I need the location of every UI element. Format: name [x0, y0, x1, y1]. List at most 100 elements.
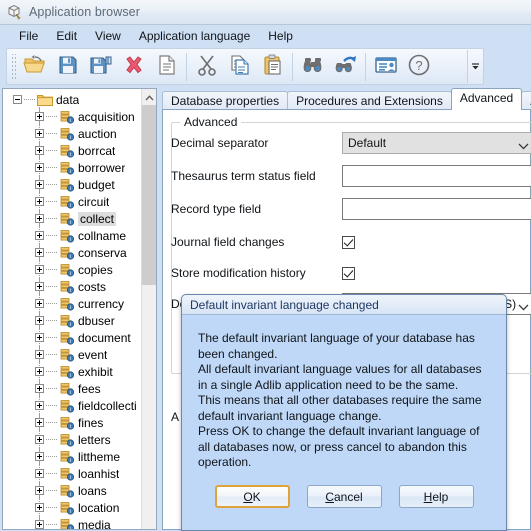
tree-node[interactable]: i exhibit	[3, 363, 143, 380]
toolbar-overflow-button[interactable]	[467, 50, 482, 83]
plus-expander-icon[interactable]	[35, 265, 44, 274]
save-button[interactable]	[51, 50, 84, 83]
delete-button[interactable]	[117, 50, 150, 83]
plus-expander-icon[interactable]	[35, 299, 44, 308]
help-button[interactable]: Help	[398, 485, 474, 508]
scroll-up-button[interactable]	[142, 89, 156, 105]
plus-expander-icon[interactable]	[35, 486, 44, 495]
tree-expander[interactable]	[35, 278, 59, 295]
plus-expander-icon[interactable]	[35, 333, 44, 342]
plus-expander-icon[interactable]	[35, 163, 44, 172]
plus-expander-icon[interactable]	[35, 231, 44, 240]
tree-node[interactable]: i loans	[3, 482, 143, 499]
plus-expander-icon[interactable]	[35, 435, 44, 444]
plus-expander-icon[interactable]	[35, 384, 44, 393]
tree-expander[interactable]	[35, 499, 59, 516]
plus-expander-icon[interactable]	[35, 350, 44, 359]
tree-expander[interactable]	[35, 295, 59, 312]
plus-expander-icon[interactable]	[35, 129, 44, 138]
tree-expander[interactable]	[35, 414, 59, 431]
tab-access-rights[interactable]: Access righ	[521, 91, 531, 110]
tree-node-selected[interactable]: i collect	[3, 210, 143, 227]
tab-advanced[interactable]: Advanced	[450, 88, 523, 110]
menu-file[interactable]: File	[10, 27, 47, 45]
plus-expander-icon[interactable]	[35, 367, 44, 376]
tree-expander[interactable]	[35, 210, 59, 227]
menu-view[interactable]: View	[86, 27, 130, 45]
tree-node[interactable]: i location	[3, 499, 143, 516]
plus-expander-icon[interactable]	[35, 248, 44, 257]
plus-expander-icon[interactable]	[35, 197, 44, 206]
journal-field-changes-checkbox[interactable]	[342, 235, 355, 249]
find-button[interactable]	[296, 50, 329, 83]
tree-expander[interactable]	[35, 125, 59, 142]
tree-node[interactable]: i copies	[3, 261, 143, 278]
new-document-button[interactable]	[150, 50, 183, 83]
tree-expander[interactable]	[35, 108, 59, 125]
plus-expander-icon[interactable]	[35, 316, 44, 325]
tree-node[interactable]: i circuit	[3, 193, 143, 210]
tree-node[interactable]: i currency	[3, 295, 143, 312]
ok-button[interactable]: OK	[214, 485, 290, 508]
plus-expander-icon[interactable]	[35, 112, 44, 121]
tree-node[interactable]: i budget	[3, 176, 143, 193]
tree-expander[interactable]	[35, 363, 59, 380]
tree-expander[interactable]	[35, 142, 59, 159]
tree-node[interactable]: i littheme	[3, 448, 143, 465]
menu-help[interactable]: Help	[259, 27, 302, 45]
record-type-field-input[interactable]	[342, 198, 531, 220]
plus-expander-icon[interactable]	[35, 418, 44, 427]
minus-expander-icon[interactable]	[13, 95, 22, 104]
tree-node-root[interactable]: data	[3, 91, 143, 108]
tree-node[interactable]: i event	[3, 346, 143, 363]
plus-expander-icon[interactable]	[35, 282, 44, 291]
find-next-button[interactable]	[329, 50, 362, 83]
tree-node[interactable]: i borrcat	[3, 142, 143, 159]
plus-expander-icon[interactable]	[35, 452, 44, 461]
tree-node[interactable]: i conserva	[3, 244, 143, 261]
tree-expander[interactable]	[35, 431, 59, 448]
tree-node[interactable]: i borrower	[3, 159, 143, 176]
help-button[interactable]: ?	[402, 50, 435, 83]
tree-expander[interactable]	[35, 244, 59, 261]
copy-button[interactable]	[223, 50, 256, 83]
record-button[interactable]	[369, 50, 402, 83]
plus-expander-icon[interactable]	[35, 180, 44, 189]
cut-button[interactable]	[190, 50, 223, 83]
store-modification-history-checkbox[interactable]	[342, 266, 355, 280]
tree-node[interactable]: i fines	[3, 414, 143, 431]
tree-expander[interactable]	[35, 516, 59, 529]
toolbar-grip[interactable]	[10, 53, 16, 80]
tree-expander-root[interactable]	[13, 91, 37, 108]
tree-node[interactable]: i document	[3, 329, 143, 346]
tree-expander[interactable]	[35, 193, 59, 210]
tree-node[interactable]: i collname	[3, 227, 143, 244]
menu-edit[interactable]: Edit	[47, 27, 86, 45]
menu-application-language[interactable]: Application language	[130, 27, 259, 45]
open-button[interactable]	[18, 50, 51, 83]
tree-node[interactable]: i auction	[3, 125, 143, 142]
tree-expander[interactable]	[35, 482, 59, 499]
plus-expander-icon[interactable]	[35, 214, 44, 223]
tree-node[interactable]: i fees	[3, 380, 143, 397]
tree-expander[interactable]	[35, 312, 59, 329]
tree-node[interactable]: i acquisition	[3, 108, 143, 125]
tree-expander[interactable]	[35, 346, 59, 363]
plus-expander-icon[interactable]	[35, 520, 44, 529]
plus-expander-icon[interactable]	[35, 146, 44, 155]
tree-node[interactable]: i loanhist	[3, 465, 143, 482]
tree-expander[interactable]	[35, 380, 59, 397]
plus-expander-icon[interactable]	[35, 469, 44, 478]
plus-expander-icon[interactable]	[35, 401, 44, 410]
tree-node[interactable]: i dbuser	[3, 312, 143, 329]
tree-expander[interactable]	[35, 227, 59, 244]
decimal-separator-combo[interactable]: Default	[342, 132, 531, 154]
tree-node[interactable]: i fieldcollecti	[3, 397, 143, 414]
tree-expander[interactable]	[35, 448, 59, 465]
tab-procedures-and-extensions[interactable]: Procedures and Extensions	[287, 91, 452, 110]
paste-button[interactable]	[256, 50, 289, 83]
plus-expander-icon[interactable]	[35, 503, 44, 512]
cancel-button[interactable]: Cancel	[306, 485, 382, 508]
thesaurus-term-status-field-input[interactable]	[342, 165, 531, 187]
tree-scrollbar[interactable]	[141, 89, 156, 529]
